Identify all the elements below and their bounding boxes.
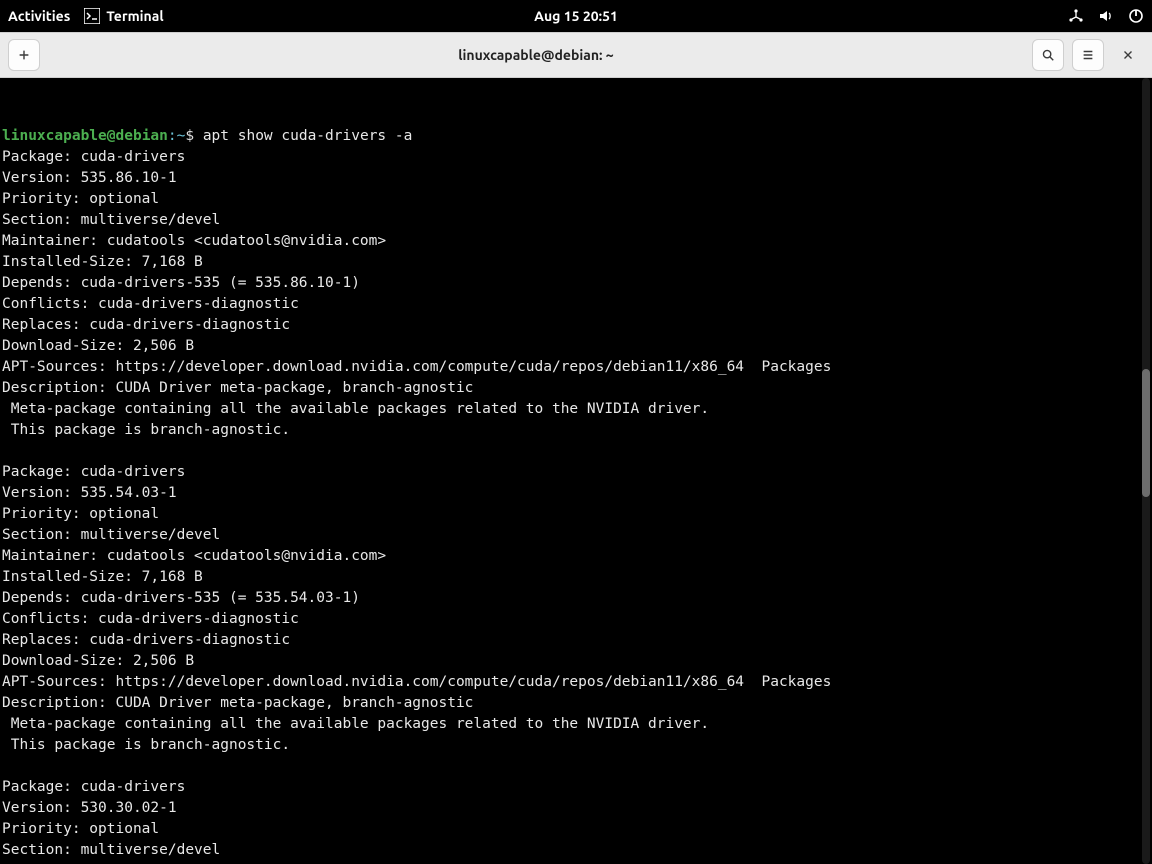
hamburger-icon xyxy=(1081,48,1095,62)
terminal-viewport[interactable]: linuxcapable@debian:~$ apt show cuda-dri… xyxy=(0,78,1152,864)
plus-icon xyxy=(17,48,31,62)
window-title: linuxcapable@debian: ~ xyxy=(458,47,613,63)
window-titlebar: linuxcapable@debian: ~ xyxy=(0,32,1152,78)
power-icon[interactable] xyxy=(1128,8,1144,24)
new-tab-button[interactable] xyxy=(8,39,40,71)
top-panel: Activities Terminal Aug 15 20:51 xyxy=(0,0,1152,32)
close-icon xyxy=(1121,48,1135,62)
command-output: Package: cuda-drivers Version: 535.86.10… xyxy=(2,149,831,864)
terminal-content: linuxcapable@debian:~$ apt show cuda-dri… xyxy=(2,126,1152,864)
activities-button[interactable]: Activities xyxy=(8,8,70,24)
network-icon[interactable] xyxy=(1068,8,1084,24)
prompt-dollar: $ xyxy=(185,128,194,144)
close-button[interactable] xyxy=(1112,39,1144,71)
search-button[interactable] xyxy=(1032,39,1064,71)
search-icon xyxy=(1041,48,1055,62)
prompt-colon: : xyxy=(168,128,177,144)
volume-icon[interactable] xyxy=(1098,8,1114,24)
prompt-user: linuxcapable xyxy=(2,128,107,144)
top-panel-app[interactable]: Terminal xyxy=(84,8,163,24)
terminal-icon xyxy=(84,8,100,24)
prompt-at: @ xyxy=(107,128,116,144)
top-panel-app-name: Terminal xyxy=(106,8,163,24)
scrollbar-thumb[interactable] xyxy=(1142,369,1150,497)
prompt-host: debian xyxy=(116,128,168,144)
clock[interactable]: Aug 15 20:51 xyxy=(534,8,618,24)
command-text: apt show cuda-drivers -a xyxy=(194,128,412,144)
menu-button[interactable] xyxy=(1072,39,1104,71)
